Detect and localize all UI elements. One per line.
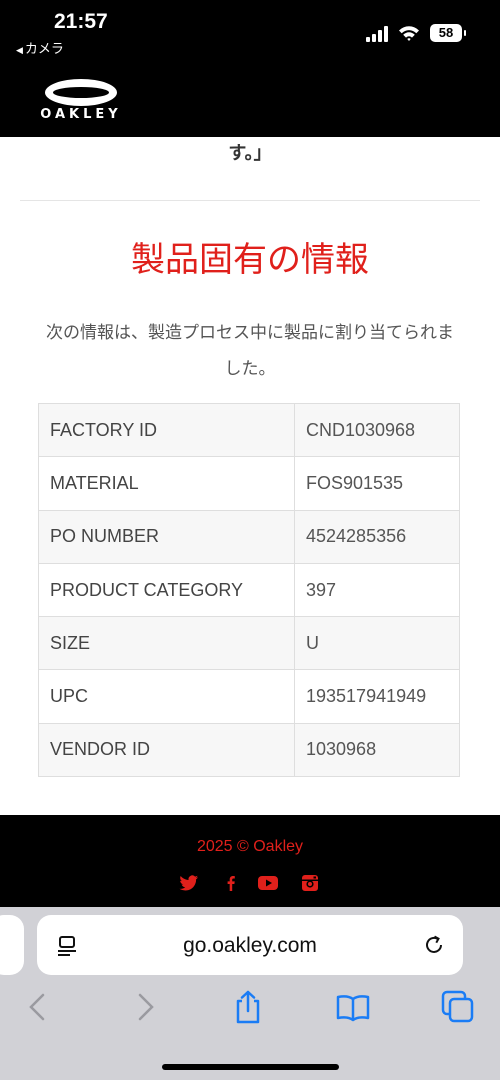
bookmarks-icon[interactable] (335, 989, 371, 1025)
row-label: FACTORY ID (38, 402, 295, 458)
twitter-icon[interactable] (179, 875, 199, 891)
table-row: VENDOR ID 1030968 (38, 722, 460, 778)
table-row: PRODUCT CATEGORY 397 (38, 562, 460, 618)
row-label: UPC (38, 669, 295, 724)
row-value: 1030968 (294, 722, 460, 778)
previous-section-text: す。」 (228, 143, 272, 164)
back-to-app-link[interactable]: ◀ カメラ (16, 38, 64, 57)
url-text: go.oakley.com (183, 934, 317, 957)
row-label: MATERIAL (38, 456, 295, 511)
row-value: U (294, 616, 460, 671)
section-divider (20, 200, 480, 201)
cellular-signal-icon (366, 26, 390, 42)
site-footer: 2025 © Oakley (0, 815, 500, 907)
browser-toolbar: go.oakley.com (0, 907, 500, 1080)
table-row: FACTORY ID CND1030968 (38, 402, 460, 458)
instagram-icon[interactable] (300, 875, 320, 891)
table-row: SIZE U (38, 616, 460, 671)
facebook-icon[interactable] (221, 875, 241, 891)
row-value: CND1030968 (294, 402, 460, 458)
copyright-text: 2025 © Oakley (196, 838, 304, 855)
row-value: FOS901535 (294, 456, 460, 511)
table-row: PO NUMBER 4524285356 (38, 509, 460, 564)
status-bar: 21:57 ◀ カメラ 58 (0, 0, 500, 60)
row-value: 4524285356 (294, 509, 460, 564)
site-header: OAKLEY (0, 60, 500, 137)
row-value: 397 (294, 562, 460, 618)
oakley-ellipse-icon (45, 79, 117, 106)
table-row: MATERIAL FOS901535 (38, 456, 460, 511)
back-app-label: カメラ (24, 42, 64, 57)
tabs-icon[interactable] (440, 989, 476, 1025)
row-label: PRODUCT CATEGORY (38, 562, 295, 618)
main-content: す。」 製品固有の情報 次の情報は、製造プロセス中に製品に割り当てられました。 … (0, 137, 500, 815)
product-info-table: FACTORY ID CND1030968 MATERIAL FOS901535 P… (38, 402, 460, 778)
back-chevron-icon[interactable] (20, 989, 56, 1025)
home-indicator[interactable] (162, 1064, 339, 1070)
youtube-icon[interactable] (258, 875, 278, 891)
row-value: 193517941949 (294, 669, 460, 724)
status-time: 21:57 (54, 10, 108, 33)
logo-text: OAKLEY (40, 107, 122, 122)
row-label: VENDOR ID (38, 722, 295, 778)
share-icon[interactable] (230, 989, 266, 1025)
wifi-icon (399, 26, 419, 41)
address-bar[interactable]: go.oakley.com (37, 915, 463, 975)
previous-tab-preview[interactable] (0, 915, 24, 975)
reload-icon[interactable] (421, 932, 447, 958)
section-description: 次の情報は、製造プロセス中に製品に割り当てられました。 (46, 323, 454, 379)
back-triangle-icon: ◀ (16, 46, 23, 56)
row-label: SIZE (38, 616, 295, 671)
row-label: PO NUMBER (38, 509, 295, 564)
section-title: 製品固有の情報 (131, 240, 369, 280)
battery-indicator: 58 (430, 24, 466, 42)
forward-chevron-icon[interactable] (127, 989, 163, 1025)
table-row: UPC 193517941949 (38, 669, 460, 724)
oakley-logo[interactable]: OAKLEY (26, 78, 136, 123)
